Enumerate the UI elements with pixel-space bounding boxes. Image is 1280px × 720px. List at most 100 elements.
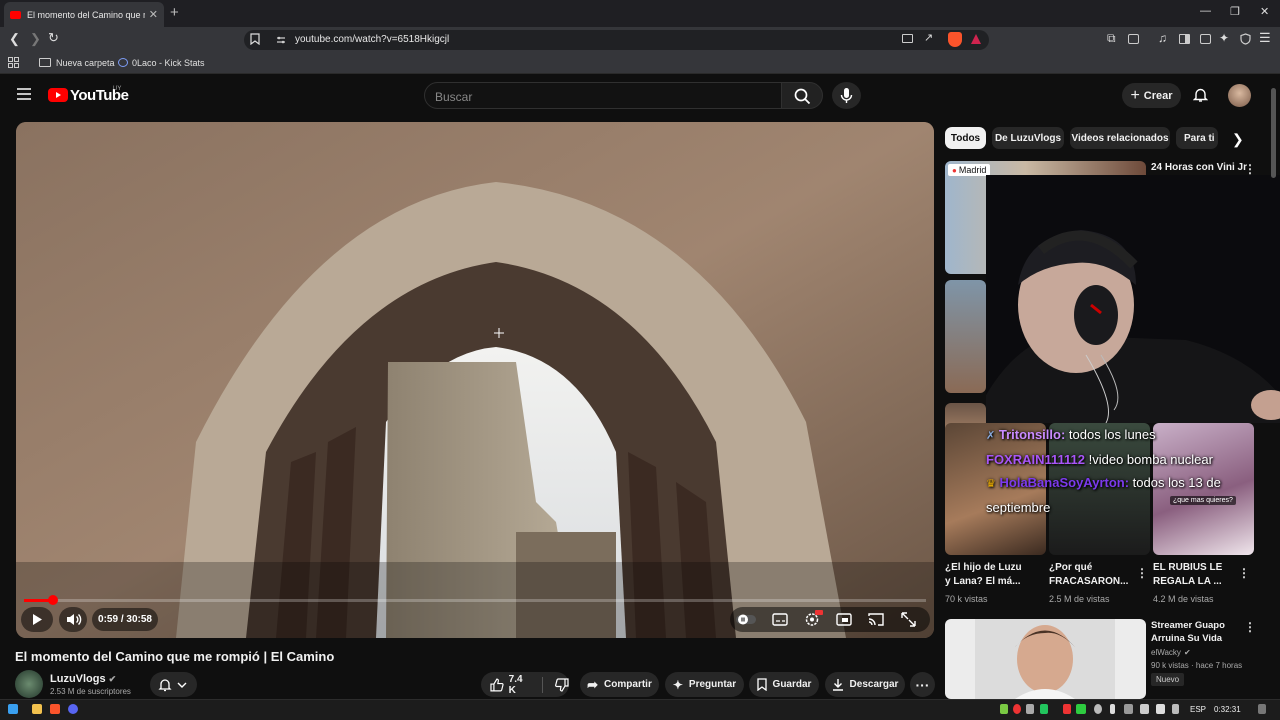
create-button[interactable]: + Crear — [1122, 83, 1181, 108]
country-code: UY — [113, 86, 122, 92]
short-title-1-line1: ¿El hijo de Luzu — [945, 562, 1022, 573]
taskbar-clock[interactable]: 0:32:31 — [1214, 705, 1241, 714]
download-button[interactable]: Descargar — [825, 672, 905, 697]
ask-button[interactable]: ✦ Preguntar — [665, 672, 744, 697]
chip-videos-relacionados[interactable]: Videos relacionados — [1070, 127, 1170, 149]
tray-icon-3[interactable] — [1026, 704, 1034, 714]
save-button[interactable]: Guardar — [749, 672, 819, 697]
site-info-icon[interactable] — [276, 35, 286, 45]
progress-bar[interactable] — [24, 599, 926, 602]
verified-check-icon: ✔ — [108, 674, 117, 684]
related-title-1[interactable]: 24 Horas con Vini Jr — [1151, 161, 1247, 175]
volume-button[interactable] — [59, 607, 87, 632]
notifications-bell-icon[interactable] — [1193, 87, 1208, 103]
brave-shield-icon[interactable] — [948, 32, 962, 47]
like-button[interactable]: 7.4 K — [490, 674, 532, 696]
related-thumbnail-4[interactable] — [945, 619, 1146, 699]
share-button[interactable]: ➦ Compartir — [580, 672, 659, 697]
notification-center-icon[interactable] — [1258, 704, 1266, 714]
related-more-4[interactable]: ⋮ — [1244, 620, 1256, 634]
vpn-shield-icon[interactable] — [1240, 33, 1251, 45]
page-scrollbar[interactable] — [1271, 88, 1276, 178]
brave-rewards-icon[interactable] — [970, 33, 982, 45]
channel-name[interactable]: LuzuVlogs ✔ — [50, 673, 116, 685]
keyboard-language[interactable]: ESP — [1190, 705, 1206, 714]
short-title-2[interactable]: ¿Por qué FRACASARON... — [1049, 561, 1128, 589]
channel-avatar[interactable] — [15, 670, 43, 698]
chat-line-1: ✗ Tritonsillo: todos los lunes — [986, 423, 1270, 448]
menu-icon[interactable]: ☰ — [1259, 30, 1271, 46]
verified-check-icon: ✔ — [1183, 648, 1191, 657]
back-icon[interactable]: ❮ — [9, 31, 20, 47]
wallet-icon[interactable] — [1128, 34, 1139, 44]
video-player[interactable] — [16, 122, 934, 638]
chip-todos[interactable]: Todos — [945, 127, 986, 149]
apps-grid-icon[interactable] — [8, 57, 19, 68]
short-title-2-line1: ¿Por qué — [1049, 562, 1093, 573]
dislike-button[interactable] — [555, 677, 569, 692]
bookmark-folder[interactable]: Nueva carpeta — [56, 58, 115, 68]
minimize-button[interactable]: — — [1200, 5, 1211, 17]
tray-icon-7[interactable] — [1094, 704, 1102, 714]
thumbs-down-icon — [555, 677, 569, 692]
related-more-1[interactable]: ⋮ — [1244, 162, 1256, 176]
forward-icon[interactable]: ❯ — [30, 31, 41, 47]
tray-icon-1[interactable] — [1000, 704, 1008, 714]
more-actions-button[interactable]: ··· — [910, 672, 935, 697]
chips-next-arrow-icon[interactable]: ❯ — [1232, 131, 1244, 148]
share-label: Compartir — [604, 679, 652, 690]
short-more-3[interactable]: ⋮ — [1238, 566, 1250, 580]
extensions-icon[interactable]: ⧉ — [1107, 31, 1116, 46]
file-explorer-icon[interactable] — [32, 704, 42, 714]
bookmark-link[interactable]: 0Laco - Kick Stats — [132, 58, 205, 68]
bookmark-icon[interactable] — [250, 33, 260, 45]
tray-icon-9[interactable] — [1172, 704, 1179, 714]
share-icon[interactable]: ↗ — [924, 31, 933, 44]
related-channel-4[interactable]: elWacky ✔ — [1151, 648, 1191, 657]
chat-msg-1: todos los lunes — [1065, 427, 1156, 442]
discord-taskbar-icon[interactable] — [68, 704, 78, 714]
chip-de-luzuvlogs[interactable]: De LuzuVlogs — [992, 127, 1064, 149]
tray-icon-8[interactable] — [1124, 704, 1133, 714]
close-tab-icon[interactable]: ✕ — [149, 8, 158, 21]
short-more-2[interactable]: ⋮ — [1136, 566, 1148, 580]
related-title-4[interactable]: Streamer Guapo Arruina Su Vida — [1151, 619, 1225, 645]
play-button[interactable] — [21, 607, 53, 632]
tray-icon-6[interactable] — [1076, 704, 1086, 714]
scrubber-handle[interactable] — [47, 595, 58, 605]
tray-icon-4[interactable] — [1040, 704, 1048, 714]
browser-tab[interactable]: El momento del Camino que me rompió | El… — [4, 2, 164, 27]
location-badge: ● Madrid — [948, 164, 991, 176]
tray-icon-5[interactable] — [1063, 704, 1071, 714]
music-icon[interactable]: ♫ — [1158, 31, 1167, 45]
cast-icon[interactable] — [902, 34, 913, 43]
reload-icon[interactable]: ↻ — [48, 30, 59, 46]
related-thumbnail-2[interactable] — [945, 280, 986, 393]
related-meta-4: 90 k vistas · hace 7 horas — [1151, 661, 1243, 670]
stream-chat-overlay: ✗ Tritonsillo: todos los lunes FOXRAIN11… — [986, 423, 1270, 523]
sidebar-icon[interactable] — [1179, 34, 1190, 44]
wallet-card-icon[interactable] — [1200, 34, 1211, 44]
user-avatar[interactable] — [1228, 84, 1251, 107]
close-window-button[interactable]: ✕ — [1260, 5, 1269, 18]
windows-start-icon[interactable] — [8, 704, 18, 714]
leo-ai-icon[interactable]: ✦ — [1219, 31, 1229, 45]
subscribe-bell-button[interactable] — [150, 672, 197, 697]
brave-taskbar-icon[interactable] — [50, 704, 60, 714]
restore-button[interactable]: ❐ — [1230, 5, 1240, 18]
voice-search-button[interactable] — [832, 82, 861, 109]
chip-para-ti[interactable]: Para ti — [1176, 127, 1218, 149]
network-tray-icon[interactable] — [1140, 704, 1149, 714]
search-button[interactable] — [781, 82, 823, 109]
short-title-3[interactable]: EL RUBIUS LE REGALA LA ... — [1153, 561, 1222, 589]
hamburger-menu-icon[interactable] — [17, 88, 31, 100]
autoplay-toggle-icon — [736, 614, 756, 625]
youtube-logo-icon[interactable] — [48, 88, 68, 102]
volume-tray-icon[interactable] — [1156, 704, 1165, 714]
microphone-tray-icon[interactable] — [1110, 704, 1115, 714]
new-tab-button[interactable]: + — [170, 4, 179, 21]
short-title-1[interactable]: ¿El hijo de Luzu y Lana? El má... — [945, 561, 1022, 589]
search-input[interactable]: Buscar — [424, 82, 782, 109]
tray-icon-2[interactable] — [1013, 704, 1021, 714]
url-text[interactable]: youtube.com/watch?v=6518Hkigcjl — [295, 34, 449, 45]
